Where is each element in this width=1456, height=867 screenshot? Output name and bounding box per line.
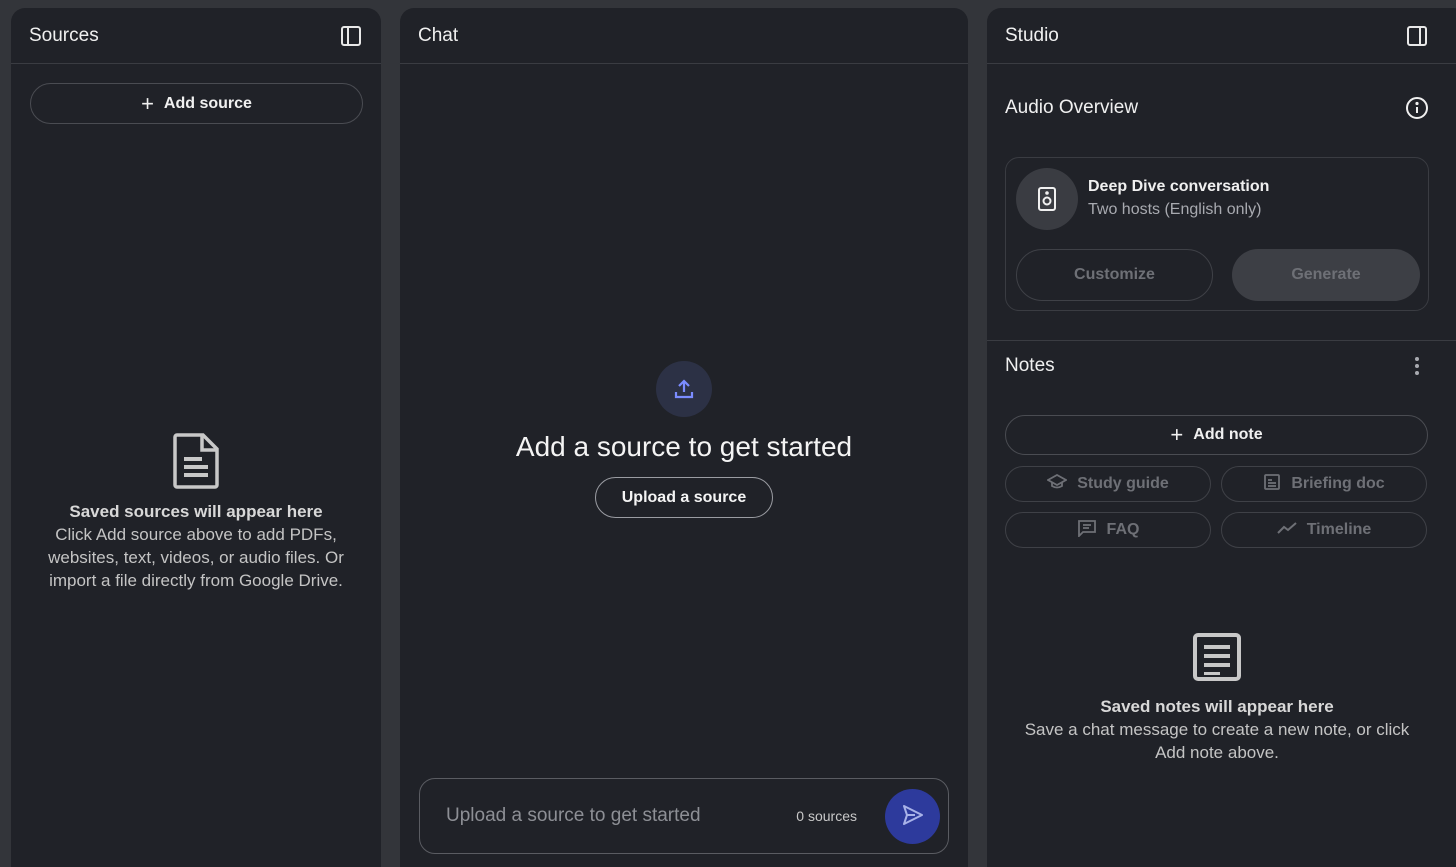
chat-input[interactable] [446,805,797,827]
studio-panel: Studio Audio Overview Deep Dive conversa… [987,8,1456,867]
plus-icon: + [141,90,154,116]
generate-button[interactable]: Generate [1232,249,1420,301]
chat-input-box: 0 sources [419,778,949,854]
briefing-doc-icon [1263,473,1281,496]
audio-overview-header: Audio Overview [1005,96,1429,120]
studio-title: Studio [1005,24,1059,46]
briefing-doc-label: Briefing doc [1291,475,1385,492]
notes-empty-state: Saved notes will appear here Save a chat… [987,632,1447,764]
faq-button[interactable]: FAQ [1005,512,1211,548]
notes-empty-title: Saved notes will appear here [1100,697,1334,716]
notes-header: Notes [1005,354,1429,378]
study-guide-button[interactable]: Study guide [1005,466,1211,502]
notes-title: Notes [1005,355,1055,376]
upload-icon [656,361,712,417]
studio-divider [987,340,1456,341]
send-icon [901,803,925,830]
studio-header: Studio [987,8,1456,64]
plus-icon: + [1170,422,1184,447]
chat-empty-state: Add a source to get started Upload a sou… [400,361,968,518]
upload-source-button[interactable]: Upload a source [594,477,774,518]
info-icon[interactable] [1405,96,1429,120]
faq-icon [1077,519,1097,542]
add-note-label: Add note [1193,426,1263,443]
deep-dive-card: Deep Dive conversation Two hosts (Englis… [1005,157,1429,311]
customize-button[interactable]: Customize [1016,249,1213,301]
add-source-label: Add source [163,94,252,112]
timeline-icon [1276,521,1297,540]
add-note-button[interactable]: + Add note [1005,415,1428,455]
sources-header: Sources [11,8,381,64]
add-source-button[interactable]: + Add source [30,83,363,124]
graduation-cap-icon [1046,473,1069,495]
notes-icon [987,632,1447,687]
more-vert-icon[interactable] [1405,354,1429,378]
timeline-button[interactable]: Timeline [1221,512,1427,548]
speaker-icon [1016,168,1078,230]
send-button[interactable] [885,788,940,844]
sources-title: Sources [29,24,99,46]
chat-header: Chat [400,8,968,64]
audio-overview-title: Audio Overview [1005,97,1139,118]
sources-panel: Sources + Add source Saved sources will … [11,8,381,867]
timeline-label: Timeline [1306,521,1372,538]
panel-right-icon[interactable] [1405,24,1429,48]
chat-title: Chat [418,24,459,46]
faq-label: FAQ [1106,521,1140,538]
notes-empty-description: Save a chat message to create a new note… [1024,720,1410,762]
sources-empty-title: Saved sources will appear here [69,502,323,521]
sources-empty-state: Saved sources will appear here Click Add… [11,433,381,592]
chat-headline: Add a source to get started [515,431,853,462]
sources-empty-description: Click Add source above to add PDFs, webs… [48,525,344,590]
briefing-doc-button[interactable]: Briefing doc [1221,466,1427,502]
source-count: 0 sources [796,808,857,824]
panel-left-icon[interactable] [339,24,363,48]
document-icon [11,433,381,494]
study-guide-label: Study guide [1077,475,1169,492]
deep-dive-subtitle: Two hosts (English only) [1088,201,1262,218]
deep-dive-title: Deep Dive conversation [1088,178,1270,195]
chat-panel: Chat Add a source to get started Upload … [400,8,968,867]
